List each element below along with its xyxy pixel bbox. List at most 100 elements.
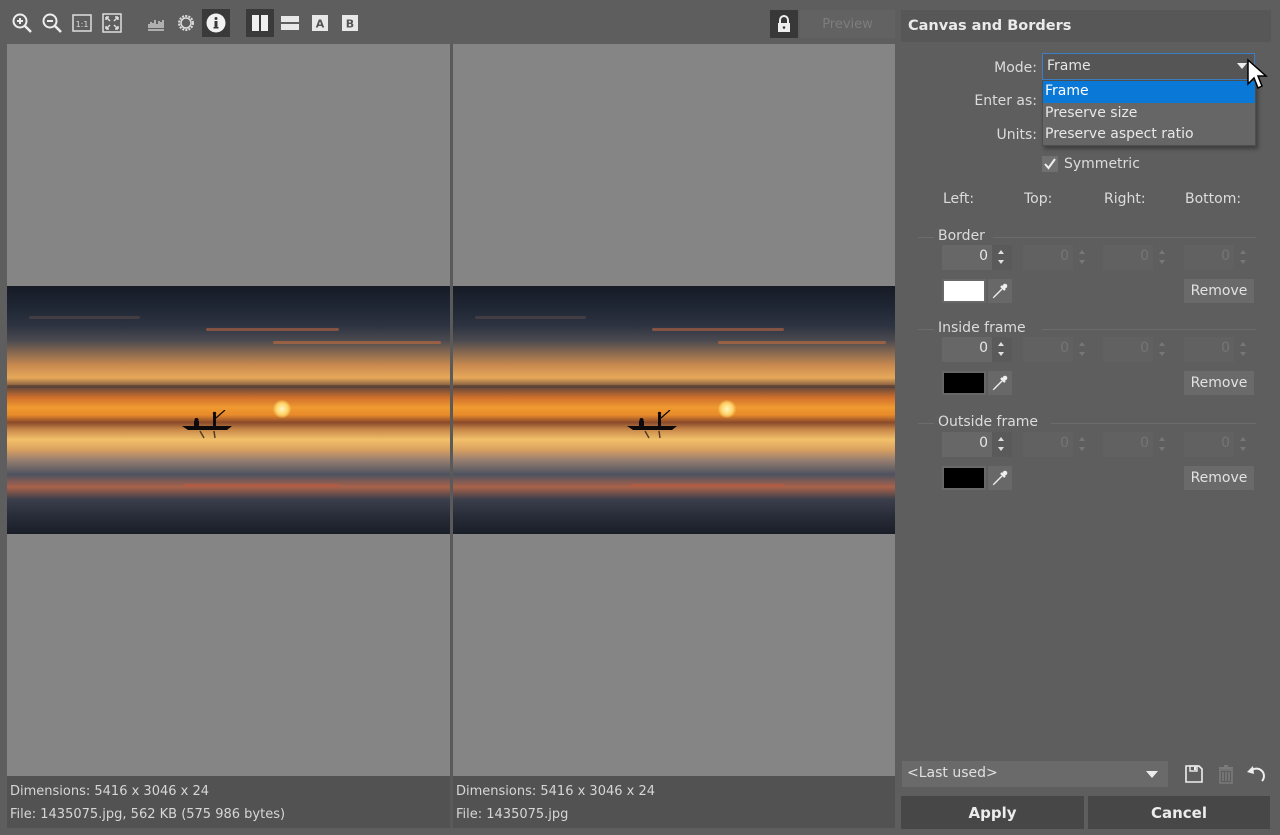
view-a-button[interactable]: A xyxy=(306,9,334,37)
spin-buttons[interactable] xyxy=(992,245,1012,270)
spin-up-icon[interactable] xyxy=(1240,342,1246,346)
spin-buttons[interactable] xyxy=(1234,432,1254,457)
spin-up-icon[interactable] xyxy=(1240,250,1246,254)
section-divider xyxy=(918,423,934,424)
spin-up-icon[interactable] xyxy=(1159,342,1165,346)
inside-frame-top-spinbox[interactable]: 0 xyxy=(1023,337,1093,362)
spin-down-icon[interactable] xyxy=(1079,447,1085,451)
reset-button[interactable] xyxy=(1245,762,1269,786)
outside-frame-top-spinbox[interactable]: 0 xyxy=(1023,432,1093,457)
outside-frame-bottom-value[interactable]: 0 xyxy=(1184,432,1234,457)
spin-up-icon[interactable] xyxy=(1079,342,1085,346)
split-horizontal-button[interactable] xyxy=(276,9,304,37)
spin-down-icon[interactable] xyxy=(1240,260,1246,264)
border-top-spinbox[interactable]: 0 xyxy=(1023,245,1093,270)
symmetric-checkbox[interactable] xyxy=(1042,156,1058,172)
spin-buttons[interactable] xyxy=(1234,337,1254,362)
spin-up-icon[interactable] xyxy=(1079,437,1085,441)
spin-buttons[interactable] xyxy=(992,337,1012,362)
spin-buttons[interactable] xyxy=(1073,337,1093,362)
border-bottom-spinbox[interactable]: 0 xyxy=(1184,245,1254,270)
spin-buttons[interactable] xyxy=(1073,245,1093,270)
delete-preset-button[interactable] xyxy=(1214,762,1238,786)
inside-frame-left-spinbox[interactable]: 0 xyxy=(942,337,1012,362)
split-vertical-button[interactable] xyxy=(246,9,274,37)
outside-frame-bottom-spinbox[interactable]: 0 xyxy=(1184,432,1254,457)
spin-down-icon[interactable] xyxy=(1159,352,1165,356)
spin-down-icon[interactable] xyxy=(1240,352,1246,356)
inside-frame-bottom-value[interactable]: 0 xyxy=(1184,337,1234,362)
spin-buttons[interactable] xyxy=(1153,337,1173,362)
border-eyedropper-button[interactable] xyxy=(988,279,1012,303)
border-left-value[interactable]: 0 xyxy=(942,245,992,270)
zoom-in-button[interactable] xyxy=(8,9,36,37)
border-color-swatch[interactable] xyxy=(942,279,986,303)
mode-option-frame[interactable]: Frame xyxy=(1043,81,1255,103)
border-bottom-value[interactable]: 0 xyxy=(1184,245,1234,270)
inside-frame-right-value[interactable]: 0 xyxy=(1103,337,1153,362)
inside-frame-left-value[interactable]: 0 xyxy=(942,337,992,362)
outside-frame-remove-button[interactable]: Remove xyxy=(1184,466,1254,490)
inside-frame-section-title: Inside frame xyxy=(938,320,1026,336)
outside-frame-left-spinbox[interactable]: 0 xyxy=(942,432,1012,457)
save-preset-button[interactable] xyxy=(1182,762,1206,786)
actual-size-button[interactable]: 1:1 xyxy=(68,9,96,37)
preview-button[interactable]: Preview xyxy=(800,10,895,38)
spin-down-icon[interactable] xyxy=(1159,260,1165,264)
spin-down-icon[interactable] xyxy=(998,447,1004,451)
spin-buttons[interactable] xyxy=(1153,432,1173,457)
spin-up-icon[interactable] xyxy=(1240,437,1246,441)
spin-down-icon[interactable] xyxy=(1079,352,1085,356)
spin-up-icon[interactable] xyxy=(1079,250,1085,254)
symmetric-checkbox-row[interactable]: Symmetric xyxy=(1042,156,1140,172)
spin-up-icon[interactable] xyxy=(998,250,1004,254)
inside-frame-color-swatch[interactable] xyxy=(942,371,986,395)
outside-frame-right-spinbox[interactable]: 0 xyxy=(1103,432,1173,457)
border-right-value[interactable]: 0 xyxy=(1103,245,1153,270)
outside-frame-eyedropper-button[interactable] xyxy=(988,466,1012,490)
outside-frame-color-swatch[interactable] xyxy=(942,466,986,490)
spin-buttons[interactable] xyxy=(992,432,1012,457)
inside-frame-bottom-spinbox[interactable]: 0 xyxy=(1184,337,1254,362)
cancel-button[interactable]: Cancel xyxy=(1088,796,1270,829)
fit-to-window-button[interactable] xyxy=(98,9,126,37)
spin-up-icon[interactable] xyxy=(1159,437,1165,441)
inside-frame-remove-button[interactable]: Remove xyxy=(1184,371,1254,395)
spin-down-icon[interactable] xyxy=(998,352,1004,356)
view-b-button[interactable]: B xyxy=(336,9,364,37)
spin-buttons[interactable] xyxy=(1234,245,1254,270)
mode-select[interactable]: Frame xyxy=(1042,53,1255,80)
apply-button[interactable]: Apply xyxy=(901,796,1084,829)
inside-frame-top-value[interactable]: 0 xyxy=(1023,337,1073,362)
histogram-button[interactable] xyxy=(142,9,170,37)
section-divider xyxy=(1050,423,1256,424)
border-left-spinbox[interactable]: 0 xyxy=(942,245,1012,270)
lock-preview-button[interactable] xyxy=(770,10,798,38)
border-right-spinbox[interactable]: 0 xyxy=(1103,245,1173,270)
outside-frame-left-value[interactable]: 0 xyxy=(942,432,992,457)
border-top-value[interactable]: 0 xyxy=(1023,245,1073,270)
exposure-button[interactable] xyxy=(172,9,200,37)
zoom-out-button[interactable] xyxy=(38,9,66,37)
outside-frame-right-value[interactable]: 0 xyxy=(1103,432,1153,457)
spin-down-icon[interactable] xyxy=(1079,260,1085,264)
spin-buttons[interactable] xyxy=(1153,245,1173,270)
mode-option-preserve-aspect-ratio[interactable]: Preserve aspect ratio xyxy=(1043,124,1255,146)
border-remove-button[interactable]: Remove xyxy=(1184,279,1254,303)
spin-up-icon[interactable] xyxy=(998,437,1004,441)
spin-up-icon[interactable] xyxy=(998,342,1004,346)
mode-option-preserve-size[interactable]: Preserve size xyxy=(1043,103,1255,125)
preset-select[interactable]: <Last used> xyxy=(902,761,1168,787)
one-to-one-icon: 1:1 xyxy=(72,14,92,32)
preview-image-pane[interactable] xyxy=(453,44,895,776)
spin-buttons[interactable] xyxy=(1073,432,1093,457)
outside-frame-top-value[interactable]: 0 xyxy=(1023,432,1073,457)
spin-down-icon[interactable] xyxy=(998,260,1004,264)
spin-down-icon[interactable] xyxy=(1240,447,1246,451)
inside-frame-eyedropper-button[interactable] xyxy=(988,371,1012,395)
spin-down-icon[interactable] xyxy=(1159,447,1165,451)
inside-frame-right-spinbox[interactable]: 0 xyxy=(1103,337,1173,362)
original-image-pane[interactable] xyxy=(7,44,450,776)
spin-up-icon[interactable] xyxy=(1159,250,1165,254)
info-button[interactable] xyxy=(202,9,230,37)
